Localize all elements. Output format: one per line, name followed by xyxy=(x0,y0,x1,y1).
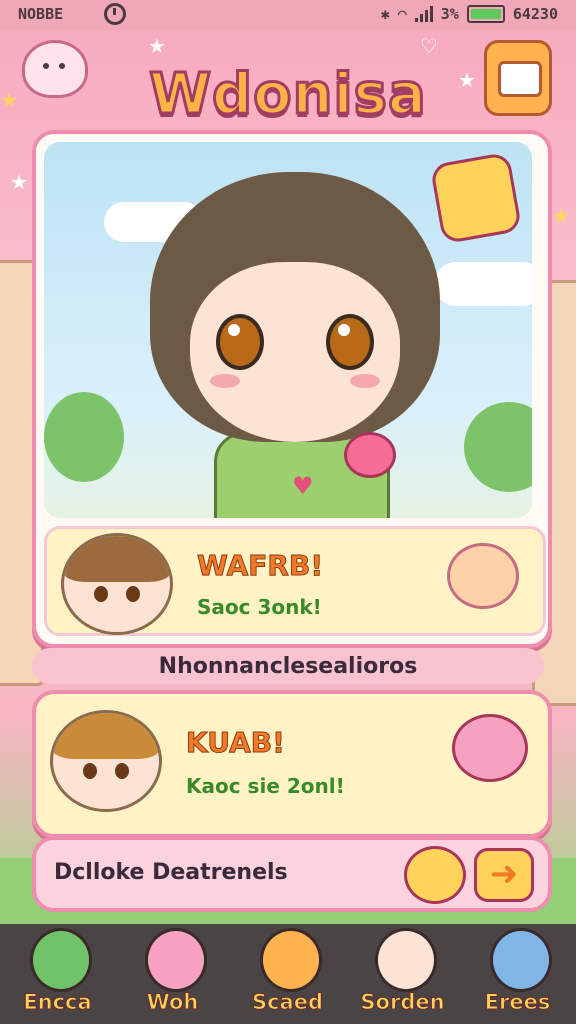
nav-label: Erees xyxy=(484,990,551,1015)
bottom-nav: Encca Woh Scaed Sorden Erees xyxy=(0,924,576,1024)
basket-icon xyxy=(260,928,322,992)
avatar-eye xyxy=(126,586,140,602)
character-card: ♥ WAFRB! Saoc 3onk! xyxy=(32,130,552,648)
star-icon: ★ xyxy=(552,204,570,228)
blush xyxy=(210,374,240,388)
battery-icon xyxy=(466,5,505,23)
heart-icon: ♥ xyxy=(292,472,314,500)
bluetooth-icon: ✱ xyxy=(380,5,390,23)
section-label: Nhonnanclesealioros xyxy=(158,654,418,679)
nav-label: Sorden xyxy=(360,990,445,1015)
avatar-hair xyxy=(64,536,170,582)
heart-icon: ♡ xyxy=(420,34,438,58)
wifi-icon: ◠ xyxy=(397,5,407,23)
avatar xyxy=(61,533,173,635)
nav-label: Woh xyxy=(146,990,199,1015)
nav-tab-woh[interactable]: Woh xyxy=(115,924,230,1024)
toast-sticker-icon xyxy=(429,151,523,245)
parrot-icon xyxy=(30,928,92,992)
alarm-icon xyxy=(104,3,126,25)
eye xyxy=(216,314,264,370)
nav-tab-encca[interactable]: Encca xyxy=(0,924,115,1024)
avatar-eye xyxy=(83,763,97,779)
message-card[interactable]: KUAB! Kaoc sie 2onl! xyxy=(32,690,552,838)
nav-tab-erees[interactable]: Erees xyxy=(460,924,575,1024)
character-portrait[interactable]: ♥ xyxy=(44,142,532,518)
continue-bar[interactable]: Dclloke Deatrenels ➜ xyxy=(32,836,552,912)
arrow-right-icon[interactable]: ➜ xyxy=(474,848,534,902)
section-header: Nhonnanclesealioros xyxy=(32,648,544,684)
signal-icon xyxy=(414,6,433,22)
blob-sticker-icon xyxy=(452,714,528,782)
blush xyxy=(350,374,380,388)
nav-label: Scaed xyxy=(251,990,324,1015)
pig-icon xyxy=(145,928,207,992)
nav-label: Encca xyxy=(23,990,92,1015)
card-message: Saoc 3onk! xyxy=(197,595,322,619)
avatar xyxy=(50,710,162,812)
carrier-label: NOBBE xyxy=(18,5,64,23)
avatar-hair xyxy=(53,713,159,759)
status-bar: NOBBE ✱ ◠ 3% 64230 xyxy=(0,0,576,30)
tree xyxy=(464,402,532,492)
shop-button[interactable] xyxy=(484,40,552,116)
chick-sticker-icon xyxy=(404,846,466,904)
dino-icon xyxy=(490,928,552,992)
character-face xyxy=(190,262,400,442)
cookie-sticker-icon xyxy=(447,543,519,609)
card-name: KUAB! xyxy=(186,726,286,760)
avatar-eye xyxy=(94,586,108,602)
nav-tab-scaed[interactable]: Scaed xyxy=(230,924,345,1024)
status-right: ✱ ◠ 3% 64230 xyxy=(381,5,558,23)
star-icon: ★ xyxy=(0,88,18,112)
card-message: Kaoc sie 2onl! xyxy=(186,774,345,798)
star-icon: ★ xyxy=(458,68,476,92)
tree xyxy=(44,392,124,482)
battery-percent: 3% xyxy=(440,5,459,23)
message-card[interactable]: WAFRB! Saoc 3onk! xyxy=(44,526,546,636)
avatar-eye xyxy=(115,763,129,779)
status-time: 64230 xyxy=(512,5,558,23)
girl-icon xyxy=(375,928,437,992)
nav-tab-sorden[interactable]: Sorden xyxy=(345,924,460,1024)
cloud xyxy=(434,262,532,306)
continue-label: Dclloke Deatrenels xyxy=(54,860,288,885)
star-icon: ★ xyxy=(148,34,166,58)
star-icon: ★ xyxy=(10,170,28,194)
card-name: WAFRB! xyxy=(196,549,324,583)
eye xyxy=(326,314,374,370)
pet-icon xyxy=(344,432,396,478)
